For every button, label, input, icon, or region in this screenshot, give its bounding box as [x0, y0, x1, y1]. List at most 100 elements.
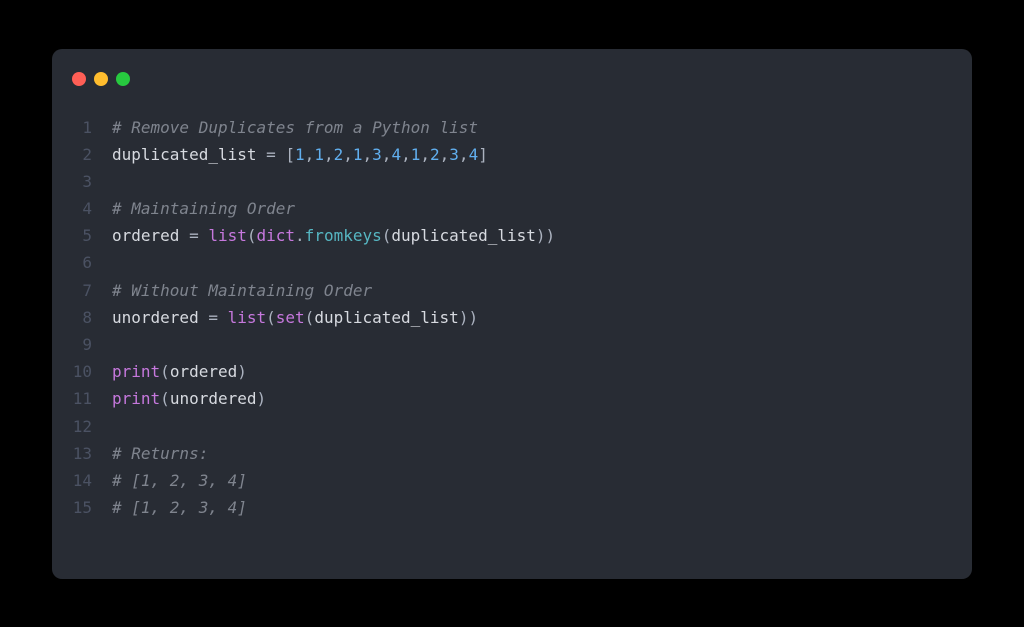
line-number: 14 — [52, 467, 112, 494]
line-number: 7 — [52, 277, 112, 304]
token: # [1, 2, 3, 4] — [112, 471, 247, 490]
code-content[interactable]: ordered = list(dict.fromkeys(duplicated_… — [112, 222, 972, 249]
token: ) — [237, 362, 247, 381]
line-number: 13 — [52, 440, 112, 467]
token: # Remove Duplicates from a Python list — [112, 118, 478, 137]
token: # Without Maintaining Order — [112, 281, 372, 300]
code-content[interactable]: # Without Maintaining Order — [112, 277, 972, 304]
token: . — [295, 226, 305, 245]
token: set — [276, 308, 305, 327]
code-line[interactable]: 6 — [52, 249, 972, 276]
line-number: 1 — [52, 114, 112, 141]
code-line[interactable]: 3 — [52, 168, 972, 195]
code-content[interactable]: # [1, 2, 3, 4] — [112, 494, 972, 521]
token: , — [324, 145, 334, 164]
code-line[interactable]: 2duplicated_list = [1,1,2,1,3,4,1,2,3,4] — [52, 141, 972, 168]
token: list — [208, 226, 247, 245]
token: = — [208, 308, 227, 327]
maximize-icon[interactable] — [116, 72, 130, 86]
code-editor-window: 1# Remove Duplicates from a Python list2… — [52, 49, 972, 579]
token: ( — [160, 362, 170, 381]
token: 3 — [449, 145, 459, 164]
token: , — [401, 145, 411, 164]
token: )) — [459, 308, 478, 327]
line-number: 15 — [52, 494, 112, 521]
token: unordered — [112, 308, 208, 327]
token: ( — [247, 226, 257, 245]
token: 2 — [430, 145, 440, 164]
line-number: 6 — [52, 249, 112, 276]
code-content[interactable]: duplicated_list = [1,1,2,1,3,4,1,2,3,4] — [112, 141, 972, 168]
token: 2 — [334, 145, 344, 164]
code-line[interactable]: 7# Without Maintaining Order — [52, 277, 972, 304]
code-content[interactable] — [112, 413, 972, 440]
token: = — [189, 226, 208, 245]
code-line[interactable]: 9 — [52, 331, 972, 358]
token: , — [363, 145, 373, 164]
token: , — [343, 145, 353, 164]
token: 1 — [314, 145, 324, 164]
line-number: 12 — [52, 413, 112, 440]
line-number: 8 — [52, 304, 112, 331]
code-content[interactable] — [112, 331, 972, 358]
window-titlebar — [52, 59, 972, 99]
code-content[interactable]: print(unordered) — [112, 385, 972, 412]
token: = — [266, 145, 285, 164]
line-number: 4 — [52, 195, 112, 222]
token: ( — [266, 308, 276, 327]
token: , — [305, 145, 315, 164]
code-line[interactable]: 12 — [52, 413, 972, 440]
code-line[interactable]: 10print(ordered) — [52, 358, 972, 385]
token: # Returns: — [112, 444, 208, 463]
code-content[interactable]: # Returns: — [112, 440, 972, 467]
token: duplicated_list — [112, 145, 266, 164]
line-number: 10 — [52, 358, 112, 385]
token: fromkeys — [305, 226, 382, 245]
line-number: 2 — [52, 141, 112, 168]
code-content[interactable] — [112, 249, 972, 276]
token: print — [112, 389, 160, 408]
code-content[interactable]: # [1, 2, 3, 4] — [112, 467, 972, 494]
code-content[interactable]: print(ordered) — [112, 358, 972, 385]
token: ( — [305, 308, 315, 327]
token: duplicated_list — [314, 308, 459, 327]
code-line[interactable]: 11print(unordered) — [52, 385, 972, 412]
token: 1 — [411, 145, 421, 164]
line-number: 5 — [52, 222, 112, 249]
token: dict — [257, 226, 296, 245]
token: [ — [285, 145, 295, 164]
token: 3 — [372, 145, 382, 164]
minimize-icon[interactable] — [94, 72, 108, 86]
line-number: 9 — [52, 331, 112, 358]
token: 4 — [469, 145, 479, 164]
token: duplicated_list — [391, 226, 536, 245]
code-content[interactable]: # Remove Duplicates from a Python list — [112, 114, 972, 141]
token: list — [228, 308, 267, 327]
code-area[interactable]: 1# Remove Duplicates from a Python list2… — [52, 99, 972, 579]
token: 4 — [391, 145, 401, 164]
token: ) — [257, 389, 267, 408]
code-content[interactable]: # Maintaining Order — [112, 195, 972, 222]
token: ] — [478, 145, 488, 164]
token: ( — [382, 226, 392, 245]
token: # [1, 2, 3, 4] — [112, 498, 247, 517]
code-content[interactable] — [112, 168, 972, 195]
code-line[interactable]: 14# [1, 2, 3, 4] — [52, 467, 972, 494]
code-line[interactable]: 1# Remove Duplicates from a Python list — [52, 114, 972, 141]
token: 1 — [353, 145, 363, 164]
token: , — [420, 145, 430, 164]
token: , — [440, 145, 450, 164]
code-line[interactable]: 8unordered = list(set(duplicated_list)) — [52, 304, 972, 331]
code-content[interactable]: unordered = list(set(duplicated_list)) — [112, 304, 972, 331]
token: )) — [536, 226, 555, 245]
token: unordered — [170, 389, 257, 408]
token: ordered — [170, 362, 237, 381]
code-line[interactable]: 15# [1, 2, 3, 4] — [52, 494, 972, 521]
line-number: 11 — [52, 385, 112, 412]
token: ( — [160, 389, 170, 408]
code-line[interactable]: 13# Returns: — [52, 440, 972, 467]
close-icon[interactable] — [72, 72, 86, 86]
code-line[interactable]: 4# Maintaining Order — [52, 195, 972, 222]
code-line[interactable]: 5ordered = list(dict.fromkeys(duplicated… — [52, 222, 972, 249]
token: print — [112, 362, 160, 381]
